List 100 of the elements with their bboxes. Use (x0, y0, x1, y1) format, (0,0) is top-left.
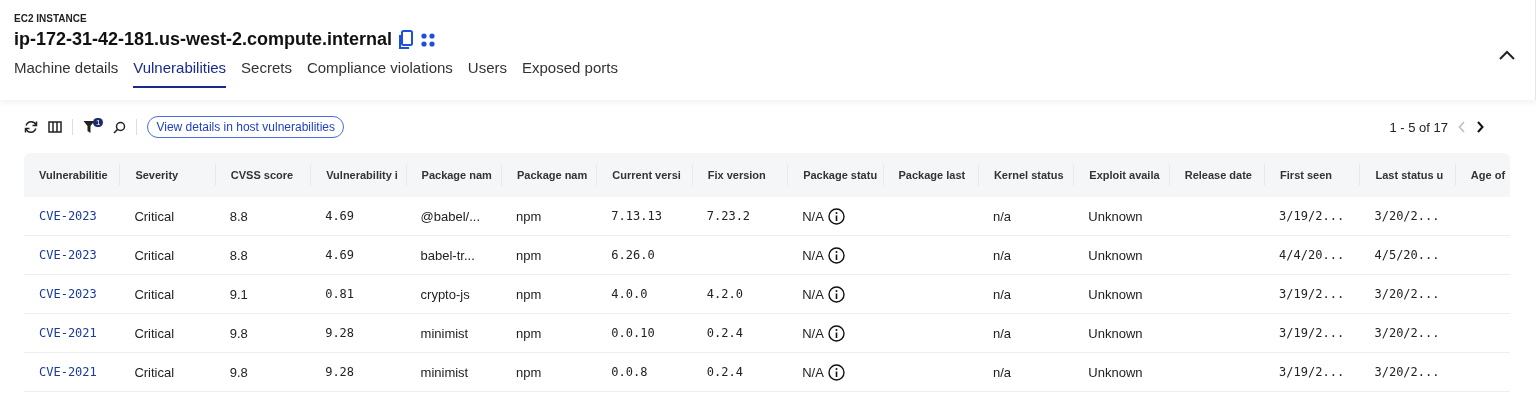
table-cell: n/a (992, 286, 1011, 302)
table-cell: N/A (802, 286, 824, 302)
table-cell: N/A (802, 364, 824, 380)
table-cell: 0.2.4 (706, 365, 743, 379)
table-cell: npm (515, 247, 542, 263)
table-cell: Unknown (1088, 286, 1143, 302)
table-cell: 0.0.10 (611, 326, 655, 340)
column-header[interactable]: Severity (135, 169, 179, 181)
table-cell: 4.69 (325, 209, 355, 223)
table-cell: 9.8 (229, 325, 248, 341)
info-icon[interactable] (827, 324, 845, 342)
tab[interactable]: Exposed ports (522, 55, 618, 88)
view-details-button[interactable]: View details in host vulnerabilities (147, 116, 344, 138)
filter-icon[interactable] (83, 120, 95, 134)
table-cell: 8.8 (229, 247, 248, 263)
column-header[interactable]: Last status u (1375, 169, 1444, 181)
search-icon[interactable] (113, 120, 127, 134)
column-header[interactable]: Age of (1470, 169, 1506, 181)
table-cell: n/a (992, 247, 1011, 263)
table-cell: 0.0.8 (611, 365, 648, 379)
table-cell: n/a (992, 325, 1011, 341)
table-cell: Critical (134, 208, 175, 224)
table-cell: crypto-js (420, 286, 470, 302)
column-header[interactable]: Release date (1184, 169, 1252, 181)
table-cell: npm (515, 364, 542, 380)
overline-label: EC2 INSTANCE (14, 13, 88, 24)
column-header[interactable]: CVSS score (230, 169, 294, 181)
column-header[interactable]: First seen (1280, 169, 1333, 181)
table-cell: 6.26.0 (611, 248, 655, 262)
tab[interactable]: Machine details (14, 55, 119, 88)
table-cell: 9.8 (229, 364, 248, 380)
info-icon[interactable] (827, 207, 845, 225)
table-cell: 9.28 (325, 365, 355, 379)
column-header[interactable]: Current versi (612, 169, 681, 181)
cve-link[interactable]: CVE-2023 (39, 287, 97, 301)
table-cell: 9.1 (229, 286, 248, 302)
cve-link[interactable]: CVE-2021 (39, 326, 97, 340)
table-cell: N/A (802, 247, 824, 263)
info-icon[interactable] (827, 363, 845, 381)
table-cell: 9.28 (325, 326, 355, 340)
table-cell: @babel/... (420, 208, 480, 224)
table-cell: N/A (802, 325, 824, 341)
info-icon[interactable] (827, 246, 845, 264)
table-cell: 0.81 (325, 287, 355, 301)
table-cell: Critical (134, 364, 175, 380)
column-header[interactable]: Package last (898, 169, 966, 181)
cve-link[interactable]: CVE-2021 (39, 365, 97, 379)
table-cell: minimist (420, 364, 469, 380)
cve-link[interactable]: CVE-2023 (39, 248, 97, 262)
column-header[interactable]: Package nam (516, 169, 588, 181)
table-cell: 7.23.2 (706, 209, 751, 223)
column-header[interactable]: Vulnerability i (326, 169, 398, 181)
table-cell: 4.0.0 (611, 287, 648, 301)
table-cell: 0.2.4 (706, 326, 743, 340)
table-cell: 4/4/20... (1279, 248, 1345, 262)
table-cell: 8.8 (229, 208, 248, 224)
table-cell: 3/19/2... (1279, 326, 1345, 340)
column-header[interactable]: Kernel status (993, 169, 1064, 181)
table-cell: minimist (420, 325, 469, 341)
table-cell: 3/20/2... (1374, 326, 1440, 340)
table-cell: Unknown (1088, 364, 1143, 380)
table-cell: 4.69 (325, 248, 355, 262)
table-cell: 4.2.0 (706, 287, 743, 301)
table-cell: Unknown (1088, 208, 1143, 224)
tab[interactable]: Secrets (241, 55, 292, 88)
table-cell: npm (515, 208, 542, 224)
column-header[interactable]: Package statu (803, 169, 878, 181)
tab[interactable]: Users (467, 55, 507, 88)
table-cell: n/a (992, 208, 1011, 224)
copy-icon[interactable] (398, 29, 415, 50)
table-cell: Critical (134, 325, 175, 341)
columns-icon[interactable] (48, 121, 62, 133)
next-page-icon[interactable] (1476, 121, 1484, 133)
table-cell: n/a (992, 364, 1011, 380)
table-cell: Unknown (1088, 325, 1143, 341)
cve-link[interactable]: CVE-2023 (39, 209, 97, 223)
table-cell: 3/19/2... (1279, 287, 1345, 301)
table-cell: Unknown (1088, 247, 1143, 263)
column-header[interactable]: Vulnerabilitie (39, 169, 108, 181)
table-cell: 3/19/2... (1279, 209, 1345, 223)
collapse-icon[interactable] (1499, 50, 1515, 60)
instance-title: ip-172-31-42-181.us-west-2.compute.internal (14, 29, 393, 50)
tab[interactable]: Vulnerabilities (133, 55, 227, 88)
table-cell: 3/20/2... (1374, 287, 1440, 301)
column-header[interactable]: Fix version (707, 169, 766, 181)
info-icon[interactable] (827, 285, 845, 303)
table-cell: npm (515, 286, 542, 302)
refresh-icon[interactable] (24, 120, 38, 134)
filter-count-badge: 1 (93, 117, 104, 127)
table-cell: 3/19/2... (1279, 365, 1345, 379)
column-header[interactable]: Exploit availa (1089, 169, 1160, 181)
table-cell: 4/5/20... (1374, 248, 1440, 262)
column-header[interactable]: Package nam (421, 169, 492, 181)
table-cell: npm (515, 325, 542, 341)
pagination-label: 1 - 5 of 17 (1389, 119, 1448, 135)
table-cell: 3/20/2... (1374, 209, 1440, 223)
table-cell: Critical (134, 286, 175, 302)
dots-icon[interactable] (420, 31, 437, 48)
tab[interactable]: Compliance violations (306, 55, 453, 88)
table-cell: N/A (802, 208, 824, 224)
